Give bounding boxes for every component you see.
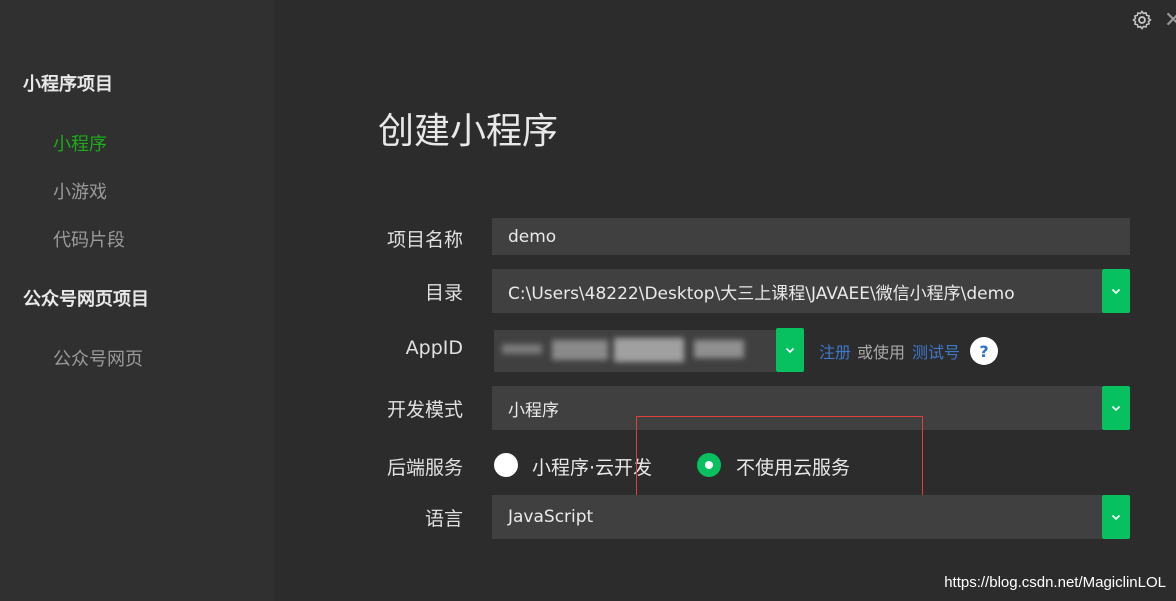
radio-no-cloud[interactable] <box>697 453 721 477</box>
label-backend: 后端服务 <box>386 457 463 479</box>
dev-mode-select[interactable]: 小程序 <box>492 386 1102 430</box>
chevron-down-icon <box>1111 405 1121 412</box>
chevron-down-icon <box>1111 288 1121 295</box>
label-project-name: 项目名称 <box>386 229 463 251</box>
project-name-input[interactable]: demo <box>492 218 1130 255</box>
sidebar-group-miniprogram: 小程序项目 <box>23 74 113 95</box>
appid-input[interactable] <box>494 330 776 372</box>
language-dropdown-button[interactable] <box>1102 495 1130 539</box>
test-id-link[interactable]: 测试号 <box>912 339 960 363</box>
sidebar-item-code-snippet[interactable]: 代码片段 <box>53 226 125 252</box>
page-title: 创建小程序 <box>378 111 559 152</box>
radio-cloud-dev-label[interactable]: 小程序·云开发 <box>532 453 652 480</box>
label-language: 语言 <box>424 508 463 530</box>
chevron-down-icon <box>1111 514 1121 521</box>
sidebar-item-official-webpage[interactable]: 公众号网页 <box>53 345 143 371</box>
dev-mode-dropdown-button[interactable] <box>1102 386 1130 430</box>
or-use-text: 或使用 <box>857 343 906 362</box>
radio-cloud-dev[interactable] <box>494 453 518 477</box>
label-appid: AppID <box>405 337 463 359</box>
directory-dropdown-button[interactable] <box>1102 269 1130 313</box>
watermark: https://blog.csdn.net/MagiclinLOL <box>944 574 1166 591</box>
register-link[interactable]: 注册 <box>819 339 851 363</box>
radio-no-cloud-label[interactable]: 不使用云服务 <box>736 453 850 480</box>
close-icon[interactable]: ✕ <box>1164 8 1176 33</box>
sidebar: 小程序项目 小程序 小游戏 代码片段 公众号网页项目 公众号网页 <box>0 0 274 601</box>
sidebar-group-official-account: 公众号网页项目 <box>23 289 149 310</box>
sidebar-item-miniprogram[interactable]: 小程序 <box>53 130 107 156</box>
appid-dropdown-button[interactable] <box>776 328 804 372</box>
sidebar-item-minigame[interactable]: 小游戏 <box>53 178 107 204</box>
gear-icon[interactable] <box>1131 9 1153 31</box>
label-dev-mode: 开发模式 <box>386 399 463 421</box>
label-directory: 目录 <box>424 282 463 304</box>
language-select[interactable]: JavaScript <box>492 495 1102 539</box>
directory-input[interactable]: C:\Users\48222\Desktop\大三上课程\JAVAEE\微信小程… <box>492 269 1102 313</box>
chevron-down-icon <box>785 347 795 354</box>
help-icon[interactable]: ? <box>970 337 998 365</box>
